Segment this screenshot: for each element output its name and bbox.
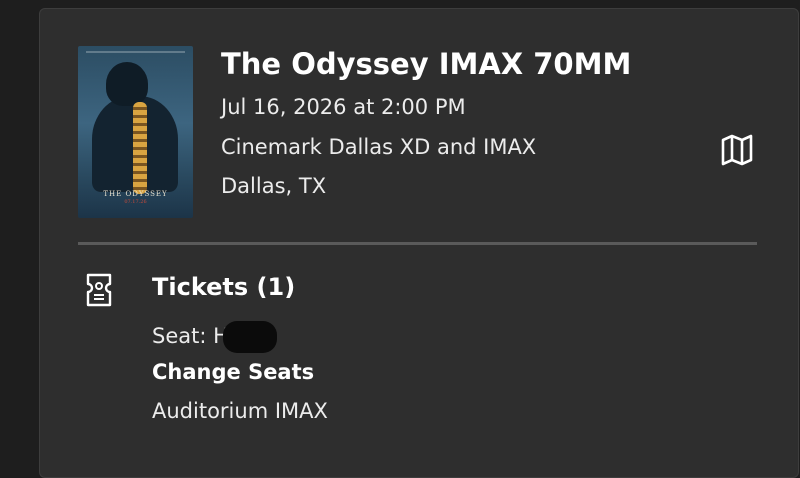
map-icon[interactable]	[720, 134, 754, 166]
poster-figure-head	[106, 62, 148, 106]
theater-name: Cinemark Dallas XD and IMAX	[221, 135, 537, 159]
tickets-heading: Tickets (1)	[152, 273, 296, 301]
seat-label: Seat: H	[152, 324, 229, 348]
showtime: Jul 16, 2026 at 2:00 PM	[221, 95, 466, 119]
movie-poster: THE ODYSSEY 07.17.26	[78, 46, 193, 218]
ticket-icon	[86, 273, 112, 307]
section-divider	[78, 242, 757, 245]
seat-info: Seat: H	[152, 321, 277, 353]
theater-location: Dallas, TX	[221, 174, 327, 198]
ticket-card: THE ODYSSEY 07.17.26 The Odyssey IMAX 70…	[39, 8, 799, 478]
change-seats-button[interactable]: Change Seats	[152, 360, 314, 384]
poster-date: 07.17.26	[124, 199, 147, 205]
redacted-seat-number	[222, 321, 277, 353]
movie-title: The Odyssey IMAX 70MM	[221, 47, 632, 81]
auditorium-label: Auditorium IMAX	[152, 399, 328, 423]
poster-credits-line	[86, 51, 185, 53]
poster-title: THE ODYSSEY	[103, 190, 168, 198]
poster-spine	[133, 102, 147, 194]
